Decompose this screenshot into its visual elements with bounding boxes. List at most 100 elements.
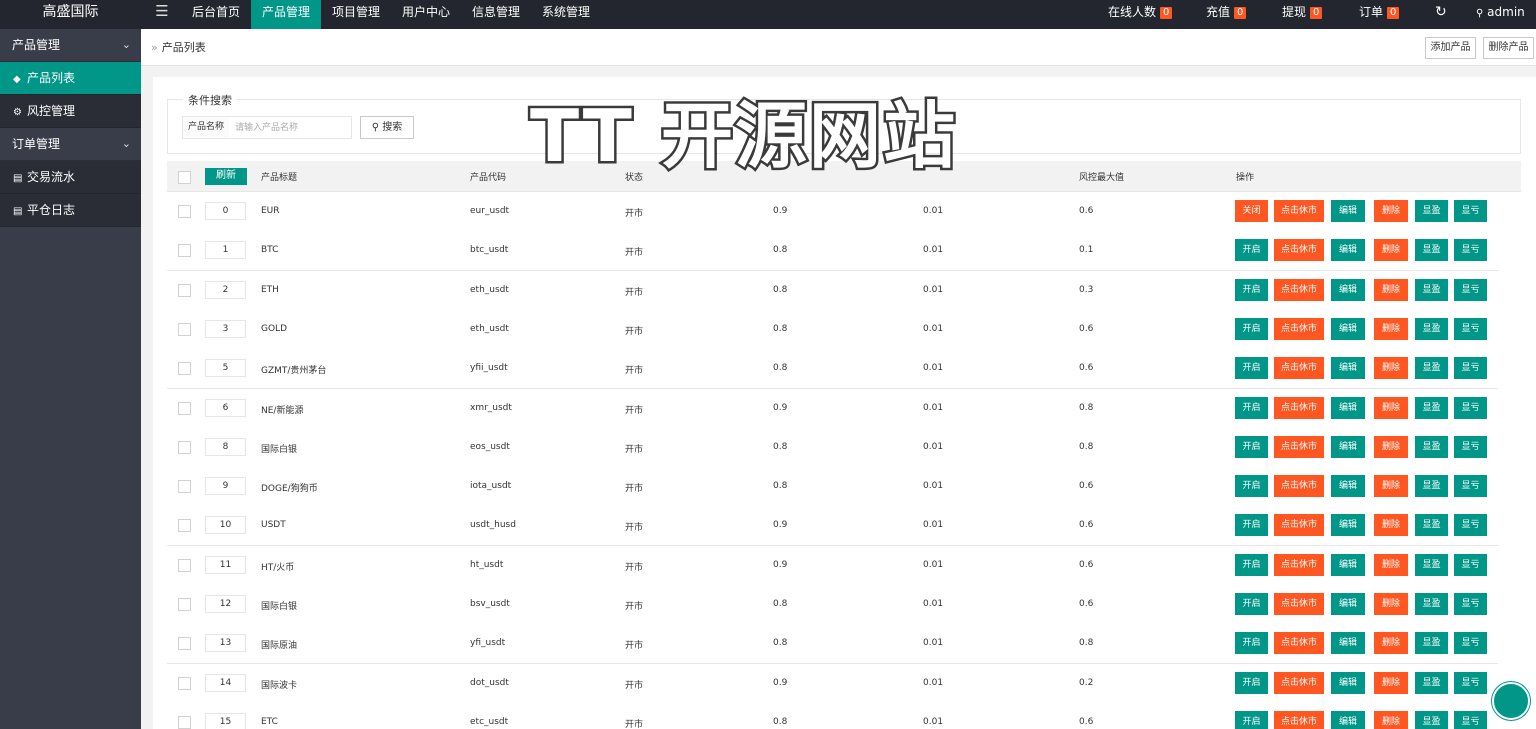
toggle-button[interactable]: 开启: [1235, 279, 1268, 301]
toggle-button[interactable]: 开启: [1235, 318, 1268, 340]
search-button[interactable]: ⚲ 搜索: [360, 116, 414, 139]
show-loss-button[interactable]: 显亏: [1454, 318, 1487, 340]
sort-input[interactable]: 10: [205, 516, 246, 534]
show-profit-button[interactable]: 显盈: [1415, 279, 1448, 301]
show-profit-button[interactable]: 显盈: [1415, 239, 1448, 261]
show-loss-button[interactable]: 显亏: [1454, 554, 1487, 576]
edit-button[interactable]: 编辑: [1331, 318, 1365, 340]
row-checkbox[interactable]: [178, 716, 191, 729]
row-checkbox[interactable]: [178, 244, 191, 257]
nav-item-projects[interactable]: 项目管理: [321, 0, 391, 29]
sidebar-item-close-log[interactable]: ▤ 平仓日志: [0, 194, 141, 227]
edit-button[interactable]: 编辑: [1331, 200, 1365, 222]
sort-input[interactable]: 14: [205, 674, 246, 692]
show-profit-button[interactable]: 显盈: [1415, 200, 1448, 222]
show-profit-button[interactable]: 显盈: [1415, 514, 1448, 536]
edit-button[interactable]: 编辑: [1331, 397, 1365, 419]
select-all-checkbox[interactable]: [178, 171, 191, 184]
edit-button[interactable]: 编辑: [1331, 593, 1365, 615]
row-checkbox[interactable]: [178, 519, 191, 532]
row-checkbox[interactable]: [178, 362, 191, 375]
row-checkbox[interactable]: [178, 480, 191, 493]
refresh-icon[interactable]: ↻: [1435, 0, 1447, 29]
show-profit-button[interactable]: 显盈: [1415, 357, 1448, 379]
toggle-button[interactable]: 开启: [1235, 397, 1268, 419]
nav-item-system[interactable]: 系统管理: [531, 0, 601, 29]
sidebar-item-risk-control[interactable]: ⚙ 风控管理: [0, 95, 141, 128]
delete-button[interactable]: 删除: [1374, 279, 1408, 301]
toggle-button[interactable]: 开启: [1235, 711, 1268, 729]
show-profit-button[interactable]: 显盈: [1415, 711, 1448, 729]
show-loss-button[interactable]: 显亏: [1454, 672, 1487, 694]
sort-input[interactable]: 2: [205, 281, 246, 299]
sidebar-item-transactions[interactable]: ▤ 交易流水: [0, 161, 141, 194]
delete-button[interactable]: 删除: [1374, 475, 1408, 497]
show-loss-button[interactable]: 显亏: [1454, 514, 1487, 536]
add-product-button[interactable]: 添加产品: [1425, 37, 1476, 59]
rest-market-button[interactable]: 点击休市: [1274, 593, 1324, 615]
delete-button[interactable]: 删除: [1374, 632, 1408, 654]
toggle-button[interactable]: 开启: [1235, 357, 1268, 379]
row-checkbox[interactable]: [178, 284, 191, 297]
rest-market-button[interactable]: 点击休市: [1274, 554, 1324, 576]
rest-market-button[interactable]: 点击休市: [1274, 357, 1324, 379]
sort-input[interactable]: 5: [205, 359, 246, 377]
delete-button[interactable]: 删除: [1374, 318, 1408, 340]
sort-input[interactable]: 13: [205, 634, 246, 652]
rest-market-button[interactable]: 点击休市: [1274, 514, 1324, 536]
toggle-button[interactable]: 开启: [1235, 436, 1268, 458]
sort-input[interactable]: 12: [205, 595, 246, 613]
edit-button[interactable]: 编辑: [1331, 554, 1365, 576]
row-checkbox[interactable]: [178, 205, 191, 218]
floating-help-button[interactable]: [1492, 682, 1530, 720]
edit-button[interactable]: 编辑: [1331, 239, 1365, 261]
toggle-button[interactable]: 开启: [1235, 554, 1268, 576]
rest-market-button[interactable]: 点击休市: [1274, 318, 1324, 340]
toggle-button[interactable]: 开启: [1235, 632, 1268, 654]
show-loss-button[interactable]: 显亏: [1454, 632, 1487, 654]
rest-market-button[interactable]: 点击休市: [1274, 632, 1324, 654]
show-loss-button[interactable]: 显亏: [1454, 279, 1487, 301]
delete-button[interactable]: 删除: [1374, 672, 1408, 694]
show-loss-button[interactable]: 显亏: [1454, 475, 1487, 497]
delete-button[interactable]: 删除: [1374, 357, 1408, 379]
edit-button[interactable]: 编辑: [1331, 672, 1365, 694]
toggle-button[interactable]: 开启: [1235, 239, 1268, 261]
show-profit-button[interactable]: 显盈: [1415, 475, 1448, 497]
row-checkbox[interactable]: [178, 402, 191, 415]
edit-button[interactable]: 编辑: [1331, 475, 1365, 497]
show-loss-button[interactable]: 显亏: [1454, 357, 1487, 379]
show-profit-button[interactable]: 显盈: [1415, 672, 1448, 694]
online-count[interactable]: 在线人数 0: [1108, 0, 1173, 29]
rest-market-button[interactable]: 点击休市: [1274, 397, 1324, 419]
rest-market-button[interactable]: 点击休市: [1274, 436, 1324, 458]
show-profit-button[interactable]: 显盈: [1415, 593, 1448, 615]
toggle-button[interactable]: 开启: [1235, 475, 1268, 497]
edit-button[interactable]: 编辑: [1331, 436, 1365, 458]
sort-input[interactable]: 3: [205, 320, 246, 338]
sidebar-group-orders[interactable]: 订单管理 ⌄: [0, 128, 141, 161]
breadcrumb-current[interactable]: 产品列表: [162, 41, 206, 54]
sort-input[interactable]: 11: [205, 556, 246, 574]
sidebar-group-products[interactable]: 产品管理 ⌄: [0, 29, 141, 62]
delete-button[interactable]: 删除: [1374, 239, 1408, 261]
sort-input[interactable]: 1: [205, 241, 246, 259]
row-checkbox[interactable]: [178, 323, 191, 336]
orders-link[interactable]: 订单 0: [1359, 0, 1400, 29]
show-profit-button[interactable]: 显盈: [1415, 318, 1448, 340]
edit-button[interactable]: 编辑: [1331, 514, 1365, 536]
sort-input[interactable]: 6: [205, 399, 246, 417]
nav-item-products[interactable]: 产品管理: [251, 0, 321, 29]
delete-button[interactable]: 删除: [1374, 436, 1408, 458]
row-checkbox[interactable]: [178, 598, 191, 611]
sort-input[interactable]: 9: [205, 477, 246, 495]
rest-market-button[interactable]: 点击休市: [1274, 711, 1324, 729]
nav-item-info[interactable]: 信息管理: [461, 0, 531, 29]
delete-button[interactable]: 删除: [1374, 397, 1408, 419]
refresh-button[interactable]: 刷新: [205, 168, 247, 185]
edit-button[interactable]: 编辑: [1331, 711, 1365, 729]
row-checkbox[interactable]: [178, 637, 191, 650]
menu-toggle-icon[interactable]: ☰: [143, 0, 181, 29]
show-profit-button[interactable]: 显盈: [1415, 632, 1448, 654]
rest-market-button[interactable]: 点击休市: [1274, 475, 1324, 497]
